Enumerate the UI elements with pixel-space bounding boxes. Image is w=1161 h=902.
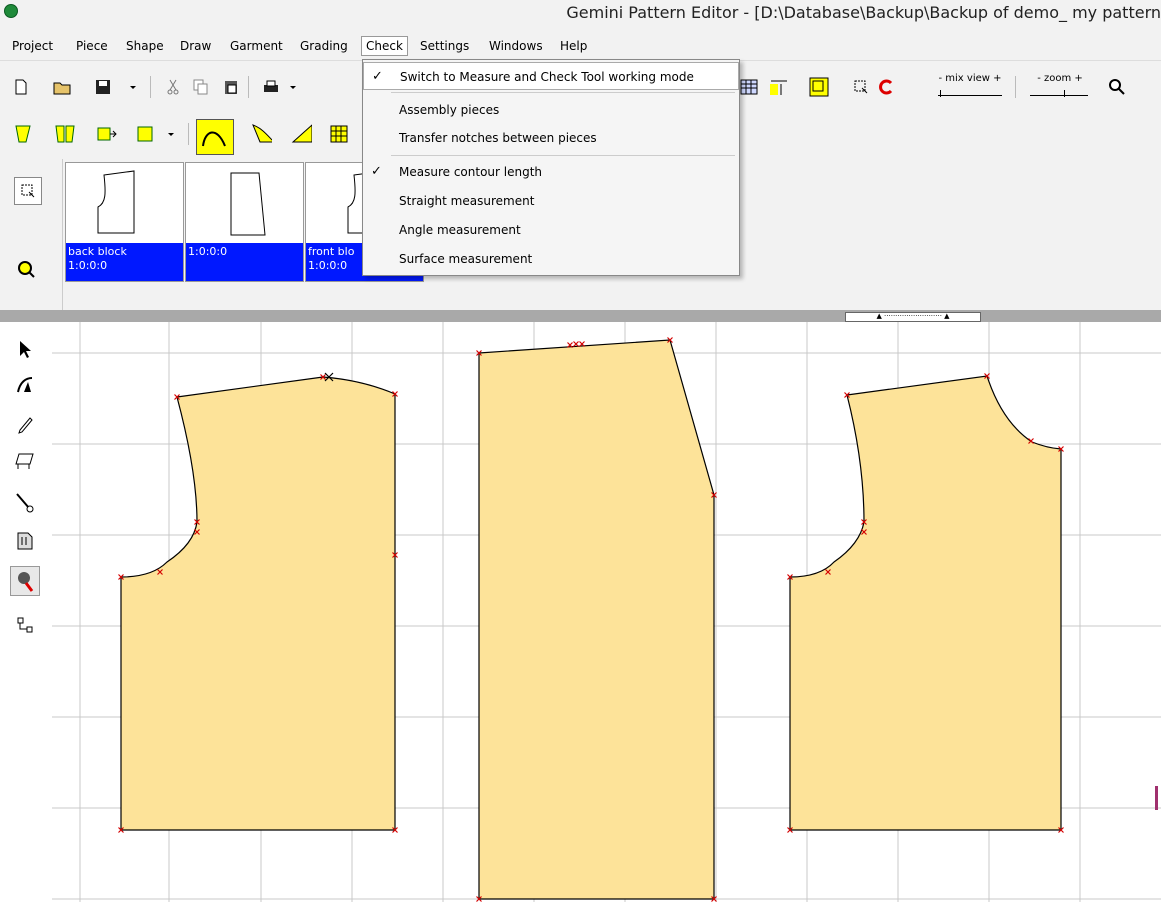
- zoom-slider[interactable]: - zoom +: [1024, 73, 1096, 101]
- toolbar-separator: [248, 76, 249, 98]
- zoom-piece-icon[interactable]: [14, 257, 40, 283]
- pattern-canvas[interactable]: [52, 322, 1161, 902]
- check-icon: ✓: [371, 164, 382, 179]
- panel-splitter[interactable]: ▲ ·························· ▲: [0, 310, 1161, 322]
- left-toolbox: [0, 322, 46, 902]
- menu-piece[interactable]: Piece: [76, 39, 108, 53]
- toolbar-separator: [188, 123, 189, 145]
- measure-pin-icon[interactable]: [14, 492, 36, 514]
- print-icon[interactable]: [260, 76, 282, 98]
- piece-mirror-icon[interactable]: [54, 123, 76, 145]
- grid-move-icon[interactable]: [14, 614, 36, 636]
- piece-size: 1:0:0:0: [188, 245, 228, 258]
- paste-icon[interactable]: [220, 76, 242, 98]
- menu-item-measure-check-mode[interactable]: ✓ Switch to Measure and Check Tool worki…: [363, 62, 739, 90]
- point-marker: [573, 341, 579, 347]
- piece-outline-icon[interactable]: [808, 76, 830, 98]
- piece-preview: [97, 170, 135, 234]
- grid-fill-icon[interactable]: [328, 123, 350, 145]
- menu-item-transfer-notches[interactable]: Transfer notches between pieces: [363, 124, 739, 152]
- toolbar-separator: [150, 76, 151, 98]
- menu-item-label: Assembly pieces: [399, 103, 500, 117]
- pattern-piece: [120, 376, 396, 831]
- pencil-icon[interactable]: [14, 414, 36, 436]
- dimension-icon[interactable]: [768, 76, 790, 98]
- zoom-icon[interactable]: [1106, 76, 1128, 98]
- piece-thumbnail[interactable]: 1:0:0:0: [185, 162, 304, 282]
- chevron-down-icon[interactable]: [282, 76, 304, 98]
- piece-label: back block 1:0:0:0: [66, 243, 183, 281]
- angle-tool-icon[interactable]: [290, 123, 312, 145]
- menu-item-surface-measurement[interactable]: Surface measurement: [363, 245, 739, 273]
- pattern-piece: [478, 339, 715, 900]
- curve-shape-icon[interactable]: [250, 123, 272, 145]
- menu-separator: [391, 92, 735, 93]
- notch-icon[interactable]: [14, 530, 36, 552]
- menu-project[interactable]: Project: [12, 39, 53, 53]
- piece-preview: [230, 172, 266, 236]
- title-bar: Gemini Pattern Editor - [D:\Database\Bac…: [0, 0, 1161, 34]
- table-icon[interactable]: [14, 450, 36, 472]
- check-menu-dropdown: ✓ Switch to Measure and Check Tool worki…: [362, 59, 740, 276]
- tape-measure-icon[interactable]: [10, 566, 40, 596]
- menu-grading[interactable]: Grading: [300, 39, 348, 53]
- new-icon[interactable]: [10, 76, 32, 98]
- point-cross: [573, 341, 579, 347]
- menu-shape[interactable]: Shape: [126, 39, 164, 53]
- splitter-grip[interactable]: ▲ ·························· ▲: [845, 312, 981, 322]
- menu-settings[interactable]: Settings: [420, 39, 469, 53]
- menu-bar: Project Piece Shape Draw Garment Grading…: [0, 34, 1161, 61]
- menu-item-angle-measurement[interactable]: Angle measurement: [363, 216, 739, 244]
- menu-item-label: Transfer notches between pieces: [399, 131, 597, 145]
- piece-name: back block: [68, 245, 127, 258]
- pattern-pieces: [120, 339, 1062, 900]
- window-title: Gemini Pattern Editor - [D:\Database\Bac…: [566, 3, 1161, 22]
- menu-item-label: Straight measurement: [399, 194, 535, 208]
- select-box-icon[interactable]: [850, 76, 872, 98]
- zoom-label: - zoom +: [1037, 73, 1083, 84]
- menu-item-label: Switch to Measure and Check Tool working…: [400, 70, 694, 84]
- open-icon[interactable]: [52, 76, 74, 98]
- piece-label: 1:0:0:0: [186, 243, 303, 281]
- menu-garment[interactable]: Garment: [230, 39, 283, 53]
- menu-item-assembly-pieces[interactable]: Assembly pieces: [363, 96, 739, 124]
- bezier-icon[interactable]: [14, 374, 36, 396]
- arrow-select-icon[interactable]: [14, 338, 36, 360]
- menu-item-label: Angle measurement: [399, 223, 521, 237]
- cut-icon[interactable]: [162, 76, 184, 98]
- select-box-icon[interactable]: [14, 177, 42, 205]
- copy-icon[interactable]: [190, 76, 212, 98]
- mix-view-label: - mix view +: [938, 73, 1002, 84]
- menu-separator: [391, 155, 735, 156]
- chevron-down-icon[interactable]: [122, 76, 144, 98]
- right-edge-marker: [1155, 786, 1158, 810]
- piece-thumbnail[interactable]: back block 1:0:0:0: [65, 162, 184, 282]
- table-grid-icon[interactable]: [738, 76, 760, 98]
- save-icon[interactable]: [92, 76, 114, 98]
- chevron-down-icon[interactable]: [160, 123, 182, 145]
- toolbar-separator: [1015, 76, 1016, 98]
- menu-item-straight-measurement[interactable]: Straight measurement: [363, 187, 739, 215]
- piece-split-icon[interactable]: [12, 123, 34, 145]
- piece-size: 1:0:0:0: [68, 259, 108, 272]
- menu-item-label: Surface measurement: [399, 252, 533, 266]
- check-icon: ✓: [372, 69, 383, 84]
- rotate-icon[interactable]: [876, 76, 898, 98]
- curve-tool-icon[interactable]: [196, 119, 234, 155]
- menu-item-label: Measure contour length: [399, 165, 543, 179]
- menu-draw[interactable]: Draw: [180, 39, 211, 53]
- menu-check[interactable]: Check: [361, 36, 408, 56]
- menu-item-measure-contour[interactable]: ✓ Measure contour length: [363, 158, 739, 186]
- piece-move-icon[interactable]: [96, 123, 118, 145]
- menu-windows[interactable]: Windows: [489, 39, 543, 53]
- mix-view-slider[interactable]: - mix view +: [930, 73, 1010, 101]
- menu-help[interactable]: Help: [560, 39, 587, 53]
- piece-stretch-icon[interactable]: [134, 123, 156, 145]
